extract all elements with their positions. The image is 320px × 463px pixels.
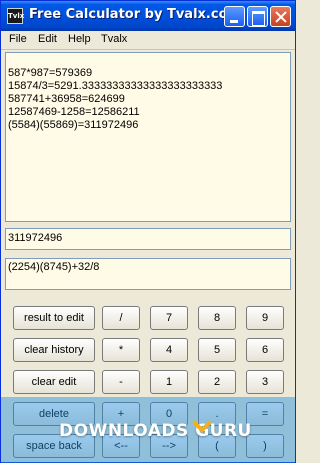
digit-5-button[interactable]: 5 (198, 338, 236, 362)
digit-6-button[interactable]: 6 (246, 338, 284, 362)
digit-7-button[interactable]: 7 (150, 306, 188, 330)
digit-3-button[interactable]: 3 (246, 370, 284, 394)
close-button[interactable] (270, 6, 291, 27)
title-bar[interactable]: Tvlx Free Calculator by Tvalx.com (1, 1, 295, 31)
history-panel[interactable]: 587*987=579369 15874/3=5291.333333333333… (5, 52, 291, 222)
minimize-button[interactable] (224, 6, 245, 27)
subtract-button[interactable]: - (102, 370, 140, 394)
menu-bar: File Edit Help Tvalx (1, 31, 295, 50)
digit-9-button[interactable]: 9 (246, 306, 284, 330)
history-line: 12587469-1258=12586211 (8, 106, 140, 118)
digit-1-button[interactable]: 1 (150, 370, 188, 394)
watermark-text: DOWNLOADS GURU (59, 421, 252, 441)
clear-edit-button[interactable]: clear edit (13, 370, 95, 394)
menu-tvalx[interactable]: Tvalx (101, 33, 127, 45)
history-line: 15874/3=5291.33333333333333333333333 (8, 80, 223, 92)
app-icon: Tvlx (7, 8, 24, 24)
history-line: 587*987=579369 (8, 67, 93, 79)
digit-4-button[interactable]: 4 (150, 338, 188, 362)
menu-help[interactable]: Help (68, 33, 91, 45)
result-display[interactable]: 311972496 (5, 228, 291, 250)
menu-file[interactable]: File (9, 33, 27, 45)
history-line: (5584)(55869)=311972496 (8, 119, 139, 131)
expression-input[interactable]: (2254)(8745)+32/8 (5, 258, 291, 290)
history-line: 587741+36958=624699 (8, 93, 125, 105)
divide-button[interactable]: / (102, 306, 140, 330)
maximize-button[interactable] (247, 6, 268, 27)
window-title: Free Calculator by Tvalx.com (29, 7, 242, 22)
clear-history-button[interactable]: clear history (13, 338, 95, 362)
digit-8-button[interactable]: 8 (198, 306, 236, 330)
result-to-edit-button[interactable]: result to edit (13, 306, 95, 330)
digit-2-button[interactable]: 2 (198, 370, 236, 394)
multiply-button[interactable]: * (102, 338, 140, 362)
menu-edit[interactable]: Edit (38, 33, 57, 45)
calculator-window: Tvlx Free Calculator by Tvalx.com File E… (0, 0, 296, 463)
